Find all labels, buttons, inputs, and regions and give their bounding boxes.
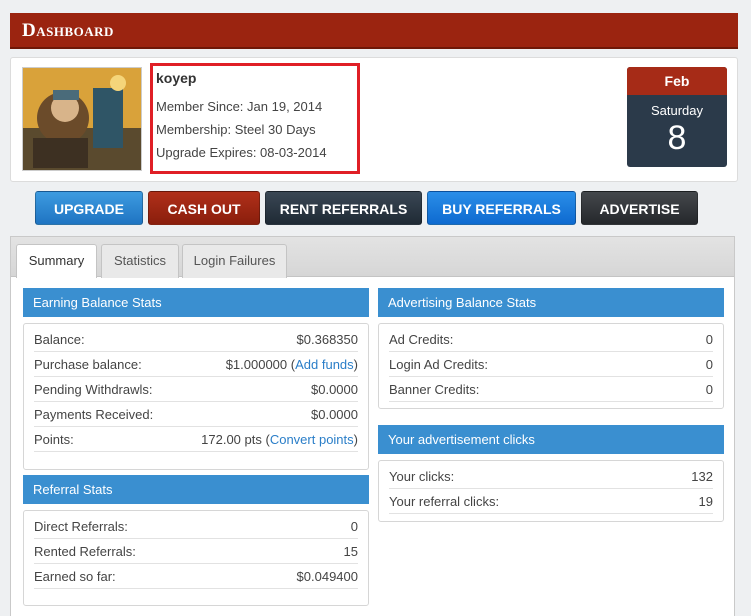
points-label: Points: <box>34 432 74 447</box>
rented-referrals-value: 15 <box>343 544 358 559</box>
profile-card: koyep Member Since: Jan 19, 2014 Members… <box>10 57 738 182</box>
page-title: Dashboard <box>22 20 114 41</box>
rented-referrals-label: Rented Referrals: <box>34 544 136 559</box>
referral-clicks-label: Your referral clicks: <box>389 494 500 509</box>
date-month: Feb <box>627 67 727 95</box>
date-day: 8 <box>667 119 687 157</box>
dashboard-header: Dashboard <box>10 13 738 49</box>
stats-panel: Summary Statistics Login Failures Earnin… <box>10 236 735 616</box>
tab-summary[interactable]: Summary <box>16 244 97 278</box>
ad-clicks-box: Your clicks: 132 Your referral clicks: 1… <box>378 460 724 522</box>
date-card: Feb Saturday 8 <box>627 67 727 167</box>
points-row: Points: 172.00 pts (Convert points) <box>34 427 358 452</box>
referral-stats-title: Referral Stats <box>23 475 369 504</box>
tab-login-failures[interactable]: Login Failures <box>182 244 287 278</box>
payments-received-label: Payments Received: <box>34 407 154 422</box>
referral-stats-box: Direct Referrals: 0 Rented Referrals: 15… <box>23 510 369 606</box>
referral-clicks-value: 19 <box>698 494 713 509</box>
purchase-balance-value: $1.000000 <box>225 357 288 372</box>
buy-referrals-button[interactable]: BUY REFERRALS <box>427 191 576 225</box>
direct-referrals-row: Direct Referrals: 0 <box>34 514 358 539</box>
earning-stats-box: Balance: $0.368350 Purchase balance: $1.… <box>23 323 369 470</box>
avatar <box>22 67 142 171</box>
payments-received-value: $0.0000 <box>311 407 358 422</box>
username: koyep <box>156 70 197 86</box>
advertising-stats-title: Advertising Balance Stats <box>378 288 724 317</box>
purchase-balance-label: Purchase balance: <box>34 357 142 372</box>
purchase-balance-value-group: $1.000000 (Add funds) <box>226 352 358 376</box>
rented-referrals-row: Rented Referrals: 15 <box>34 539 358 564</box>
advertising-stats-box: Ad Credits: 0 Login Ad Credits: 0 Banner… <box>378 323 724 409</box>
your-clicks-label: Your clicks: <box>389 469 455 484</box>
payments-received-row: Payments Received: $0.0000 <box>34 402 358 427</box>
login-ad-credits-row: Login Ad Credits: 0 <box>389 352 713 377</box>
tab-bar: Summary Statistics Login Failures <box>11 237 734 278</box>
ad-credits-value: 0 <box>705 332 713 347</box>
advertise-button[interactable]: ADVERTISE <box>581 191 698 225</box>
pending-withdrawals-value: $0.0000 <box>311 382 358 397</box>
banner-credits-value: 0 <box>705 382 713 397</box>
date-weekday: Saturday <box>650 103 704 118</box>
your-clicks-value: 132 <box>691 469 713 484</box>
cash-out-button[interactable]: CASH OUT <box>148 191 260 225</box>
ad-credits-row: Ad Credits: 0 <box>389 327 713 352</box>
login-ad-credits-label: Login Ad Credits: <box>389 357 489 372</box>
upgrade-expires: Upgrade Expires: 08-03-2014 <box>156 145 327 160</box>
add-funds-link[interactable]: Add funds <box>295 357 354 372</box>
earned-so-far-row: Earned so far: $0.049400 <box>34 564 358 589</box>
earned-so-far-value: $0.049400 <box>296 569 358 584</box>
ad-clicks-title: Your advertisement clicks <box>378 425 724 454</box>
pending-withdrawals-row: Pending Withdrawls: $0.0000 <box>34 377 358 402</box>
login-ad-credits-value: 0 <box>705 357 713 372</box>
banner-credits-label: Banner Credits: <box>389 382 480 397</box>
earned-so-far-label: Earned so far: <box>34 569 116 584</box>
points-value-group: 172.00 pts (Convert points) <box>201 427 358 451</box>
ad-credits-label: Ad Credits: <box>389 332 454 347</box>
upgrade-button[interactable]: UPGRADE <box>35 191 143 225</box>
direct-referrals-label: Direct Referrals: <box>34 519 128 534</box>
convert-points-link[interactable]: Convert points <box>270 432 354 447</box>
membership: Membership: Steel 30 Days <box>156 122 316 137</box>
tab-statistics[interactable]: Statistics <box>101 244 179 278</box>
balance-label: Balance: <box>34 332 85 347</box>
points-close-paren: ) <box>353 432 358 447</box>
points-value: 172.00 pts <box>201 432 262 447</box>
purchase-close-paren: ) <box>353 357 358 372</box>
member-info: koyep Member Since: Jan 19, 2014 Members… <box>150 63 360 174</box>
balance-row: Balance: $0.368350 <box>34 327 358 352</box>
referral-clicks-row: Your referral clicks: 19 <box>389 489 713 514</box>
pending-withdrawals-label: Pending Withdrawls: <box>34 382 153 397</box>
action-buttons: UPGRADE CASH OUT RENT REFERRALS BUY REFE… <box>0 191 751 225</box>
purchase-balance-row: Purchase balance: $1.000000 (Add funds) <box>34 352 358 377</box>
direct-referrals-value: 0 <box>350 519 358 534</box>
member-since: Member Since: Jan 19, 2014 <box>156 99 323 114</box>
rent-referrals-button[interactable]: RENT REFERRALS <box>265 191 422 225</box>
banner-credits-row: Banner Credits: 0 <box>389 377 713 402</box>
earning-stats-title: Earning Balance Stats <box>23 288 369 317</box>
your-clicks-row: Your clicks: 132 <box>389 464 713 489</box>
balance-value: $0.368350 <box>296 332 358 347</box>
